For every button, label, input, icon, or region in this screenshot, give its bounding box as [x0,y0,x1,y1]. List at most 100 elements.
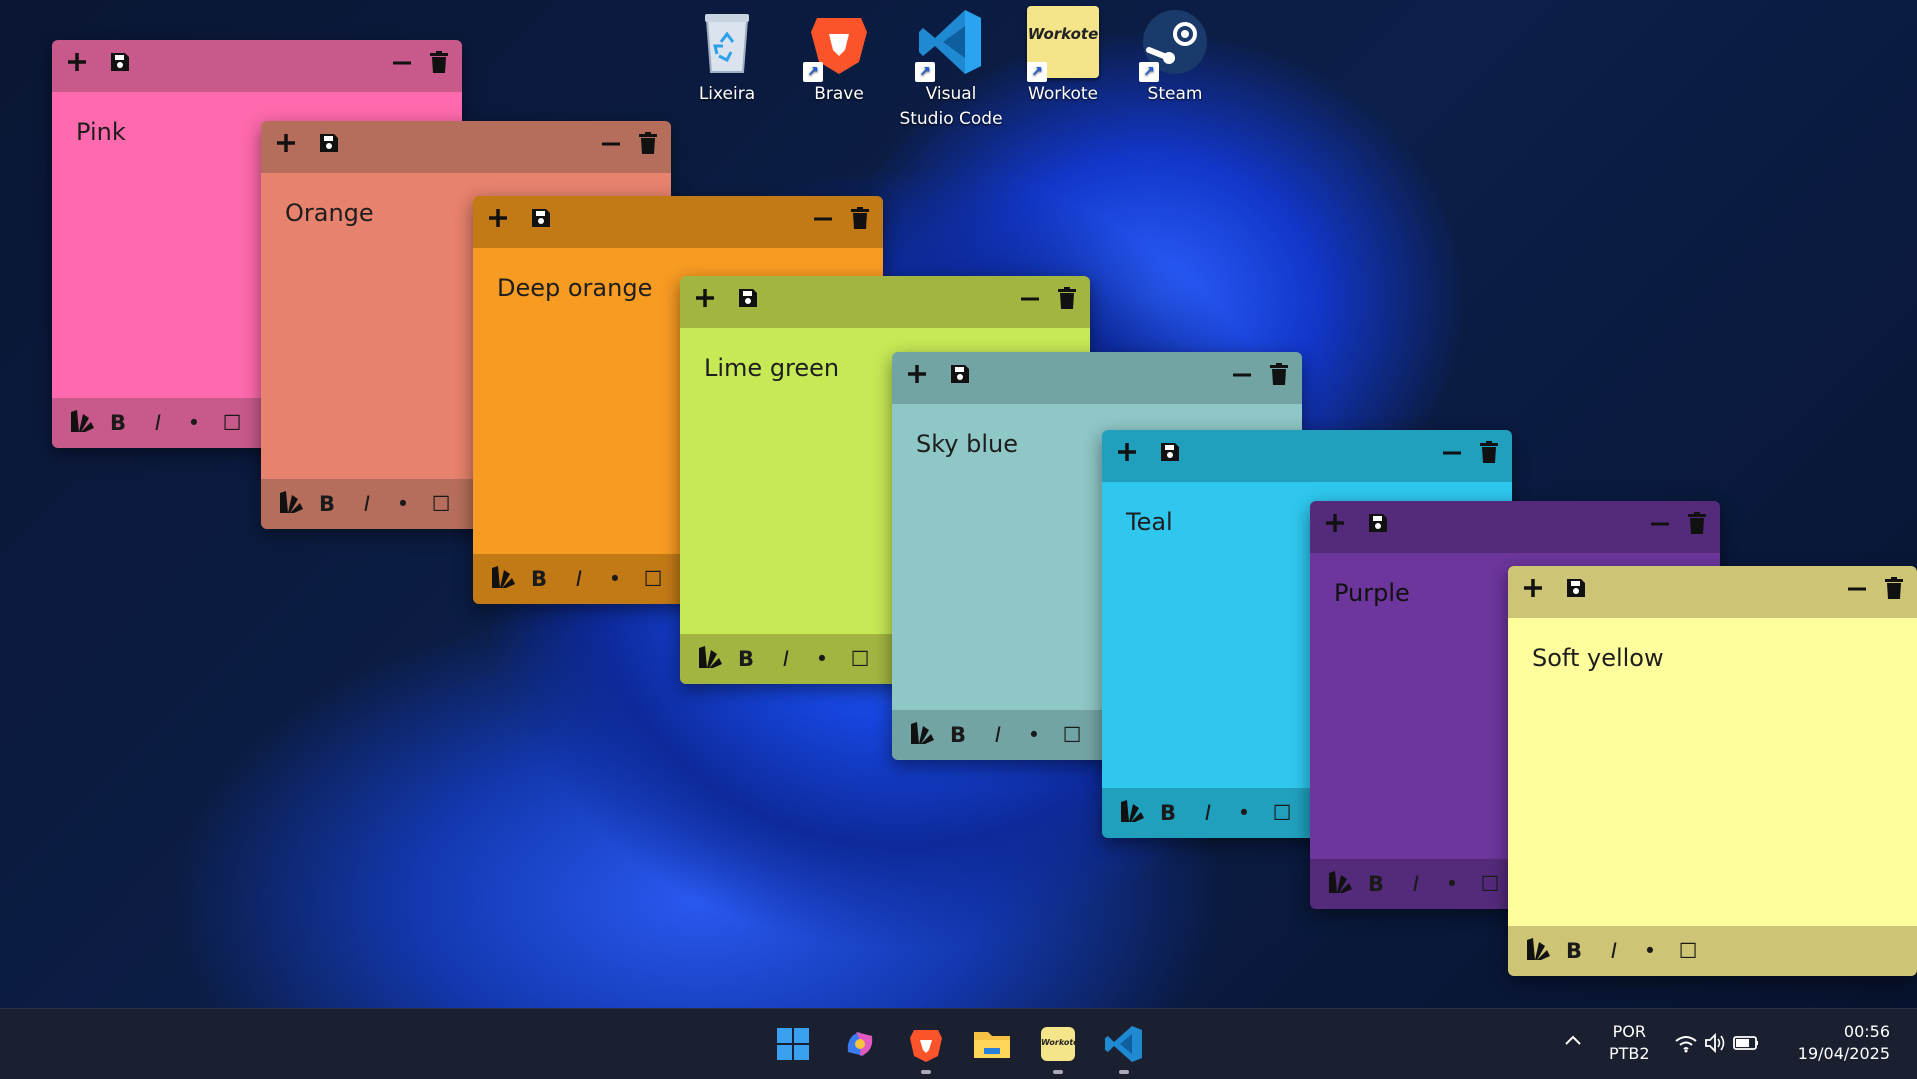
bold-button[interactable]: B [313,489,341,519]
desktop-icon-recycle-bin[interactable]: Lixeira [675,6,779,107]
minimize-button[interactable] [1015,286,1045,316]
minimize-button[interactable] [808,206,838,236]
sticky-note-soft-yellow[interactable]: Soft yellow B I • ☐ [1508,566,1917,976]
minimize-button[interactable] [387,50,417,80]
trash-icon [1480,441,1498,463]
italic-button[interactable]: I [1194,798,1222,828]
add-note-button[interactable] [271,131,301,161]
bold-button[interactable]: B [732,644,760,674]
italic-button[interactable]: I [984,720,1012,750]
checkbox-list-button[interactable]: ☐ [427,489,455,519]
desktop-icon-vscode[interactable]: ↗ Visual Studio Code [899,6,1003,132]
note-header[interactable] [892,352,1302,404]
bullet-list-button[interactable]: • [1230,798,1258,828]
workote-taskbar-button[interactable]: Workote [1041,1027,1079,1061]
color-palette-button[interactable] [277,489,305,519]
add-note-button[interactable] [1112,440,1142,470]
minimize-button[interactable] [596,131,626,161]
italic-button[interactable]: I [353,489,381,519]
color-palette-button[interactable] [68,408,96,438]
note-header[interactable] [52,40,462,92]
save-note-button[interactable] [1363,511,1393,541]
bullet-list-button[interactable]: • [601,564,629,594]
save-note-button[interactable] [1561,576,1591,606]
bold-button[interactable]: B [1560,936,1588,966]
brave-taskbar-button[interactable] [904,1022,948,1066]
add-note-button[interactable] [62,50,92,80]
minimize-button[interactable] [1645,511,1675,541]
save-note-button[interactable] [314,131,344,161]
color-palette-button[interactable] [696,644,724,674]
bullet-list-button[interactable]: • [1636,936,1664,966]
save-note-button[interactable] [733,286,763,316]
bullet-list-button[interactable]: • [1020,720,1048,750]
checkbox-list-button[interactable]: ☐ [1058,720,1086,750]
checkbox-list-button[interactable]: ☐ [846,644,874,674]
show-hidden-icons-button[interactable] [1563,1031,1583,1056]
minimize-button[interactable] [1227,362,1257,392]
desktop-icon-brave[interactable]: ↗ Brave [787,6,891,107]
italic-button[interactable]: I [565,564,593,594]
minimize-button[interactable] [1437,440,1467,470]
bullet-list-button[interactable]: • [1438,869,1466,899]
delete-note-button[interactable] [845,206,875,236]
delete-note-button[interactable] [1052,286,1082,316]
bullet-list-button[interactable]: • [808,644,836,674]
add-note-button[interactable] [1320,511,1350,541]
note-header[interactable] [1508,566,1917,618]
note-header[interactable] [680,276,1090,328]
network-volume-battery-group[interactable] [1674,1031,1764,1059]
minimize-button[interactable] [1842,576,1872,606]
bullet-list-button[interactable]: • [180,408,208,438]
italic-button[interactable]: I [1600,936,1628,966]
delete-note-button[interactable] [424,50,454,80]
delete-note-button[interactable] [1879,576,1909,606]
italic-button[interactable]: I [772,644,800,674]
note-header[interactable] [473,196,883,248]
save-note-button[interactable] [1155,440,1185,470]
delete-note-button[interactable] [1682,511,1712,541]
language-indicator[interactable]: POR PTB2 [1609,1021,1650,1065]
add-note-button[interactable] [902,362,932,392]
add-note-button[interactable] [1518,576,1548,606]
bullet-list-button[interactable]: • [389,489,417,519]
color-palette-button[interactable] [1524,936,1552,966]
vscode-taskbar-button[interactable] [1102,1022,1146,1066]
color-palette-button[interactable] [1326,869,1354,899]
checkbox-list-button[interactable]: ☐ [218,408,246,438]
shortcut-arrow-icon: ↗ [1139,62,1159,82]
save-note-button[interactable] [526,206,556,236]
file-explorer-button[interactable] [970,1022,1014,1066]
clock[interactable]: 00:56 19/04/2025 [1794,1021,1890,1065]
bold-button[interactable]: B [944,720,972,750]
desktop-icon-workote[interactable]: Workote ↗ Workote [1011,6,1115,107]
save-note-button[interactable] [105,50,135,80]
delete-note-button[interactable] [1264,362,1294,392]
save-note-button[interactable] [945,362,975,392]
start-button[interactable] [771,1022,815,1066]
note-header[interactable] [261,121,671,173]
copilot-button[interactable] [838,1022,882,1066]
bold-button[interactable]: B [104,408,132,438]
delete-note-button[interactable] [1474,440,1504,470]
color-palette-button[interactable] [1118,798,1146,828]
bold-button[interactable]: B [1154,798,1182,828]
color-palette-button[interactable] [908,720,936,750]
italic-button[interactable]: I [1402,869,1430,899]
brave-icon [910,1030,942,1062]
checkbox-list-button[interactable]: ☐ [1674,936,1702,966]
checkbox-list-button[interactable]: ☐ [639,564,667,594]
color-palette-button[interactable] [489,564,517,594]
add-note-button[interactable] [690,286,720,316]
note-header[interactable] [1102,430,1512,482]
desktop-icon-steam[interactable]: ↗ Steam [1123,6,1227,107]
bold-button[interactable]: B [525,564,553,594]
note-header[interactable] [1310,501,1720,553]
checkbox-list-button[interactable]: ☐ [1268,798,1296,828]
delete-note-button[interactable] [633,131,663,161]
italic-button[interactable]: I [144,408,172,438]
checkbox-list-button[interactable]: ☐ [1476,869,1504,899]
note-body[interactable]: Soft yellow [1508,618,1917,926]
add-note-button[interactable] [483,206,513,236]
bold-button[interactable]: B [1362,869,1390,899]
